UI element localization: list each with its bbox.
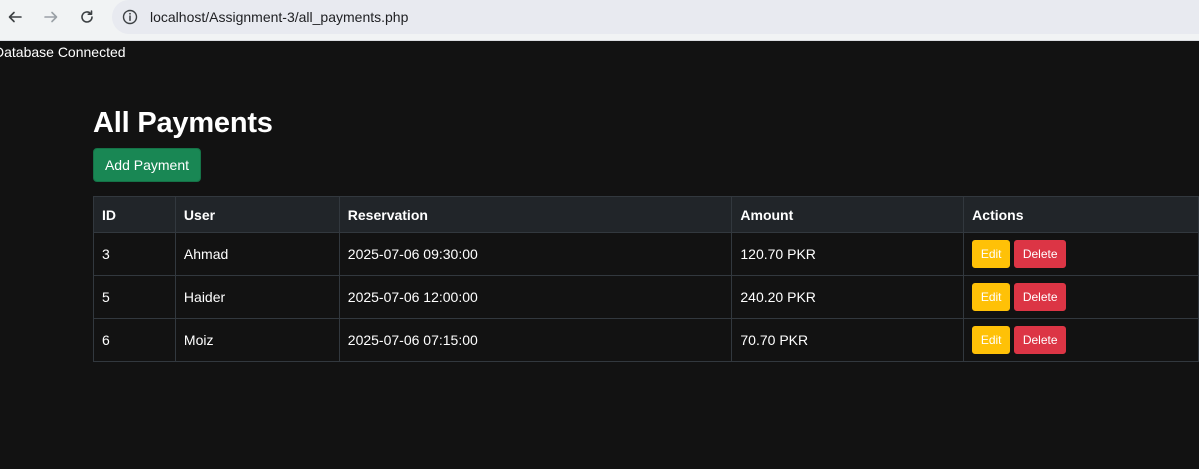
forward-arrow-icon[interactable] — [40, 6, 62, 28]
browser-toolbar: localhost/Assignment-3/all_payments.php — [0, 0, 1199, 41]
cell-id: 5 — [93, 275, 176, 319]
delete-button[interactable]: Delete — [1014, 240, 1067, 268]
table-header-row: ID User Reservation Amount Actions — [93, 196, 1199, 233]
cell-user: Haider — [174, 275, 340, 319]
db-status-text: Database Connected — [0, 44, 126, 60]
cell-reservation: 2025-07-06 09:30:00 — [338, 232, 733, 276]
cell-id: 3 — [93, 232, 176, 276]
cell-actions: Edit Delete — [963, 318, 1199, 362]
edit-button[interactable]: Edit — [972, 240, 1011, 268]
header-user: User — [174, 196, 340, 233]
page-content: Database Connected All Payments Add Paym… — [0, 41, 1199, 469]
page-title: All Payments — [93, 107, 273, 139]
edit-button[interactable]: Edit — [972, 326, 1011, 354]
reload-icon[interactable] — [76, 6, 98, 28]
edit-button[interactable]: Edit — [972, 283, 1011, 311]
table-row: 6 Moiz 2025-07-06 07:15:00 70.70 PKR Edi… — [93, 318, 1199, 362]
cell-user: Moiz — [174, 318, 340, 362]
url-text[interactable]: localhost/Assignment-3/all_payments.php — [150, 9, 408, 25]
header-actions: Actions — [963, 196, 1199, 233]
cell-reservation: 2025-07-06 07:15:00 — [338, 318, 733, 362]
payments-table: ID User Reservation Amount Actions 3 Ahm… — [93, 196, 1199, 362]
cell-id: 6 — [93, 318, 176, 362]
delete-button[interactable]: Delete — [1014, 283, 1067, 311]
cell-amount: 120.70 PKR — [731, 232, 965, 276]
info-icon[interactable] — [122, 9, 138, 25]
back-arrow-icon[interactable] — [4, 6, 26, 28]
table-row: 3 Ahmad 2025-07-06 09:30:00 120.70 PKR E… — [93, 232, 1199, 276]
delete-button[interactable]: Delete — [1014, 326, 1067, 354]
cell-reservation: 2025-07-06 12:00:00 — [338, 275, 733, 319]
add-payment-button[interactable]: Add Payment — [93, 148, 201, 182]
header-amount: Amount — [731, 196, 965, 233]
cell-actions: Edit Delete — [963, 275, 1199, 319]
header-id: ID — [93, 196, 176, 233]
table-row: 5 Haider 2025-07-06 12:00:00 240.20 PKR … — [93, 275, 1199, 319]
cell-amount: 70.70 PKR — [731, 318, 965, 362]
cell-user: Ahmad — [174, 232, 340, 276]
header-reservation: Reservation — [338, 196, 733, 233]
cell-actions: Edit Delete — [963, 232, 1199, 276]
address-bar[interactable]: localhost/Assignment-3/all_payments.php — [112, 0, 1199, 34]
cell-amount: 240.20 PKR — [731, 275, 965, 319]
